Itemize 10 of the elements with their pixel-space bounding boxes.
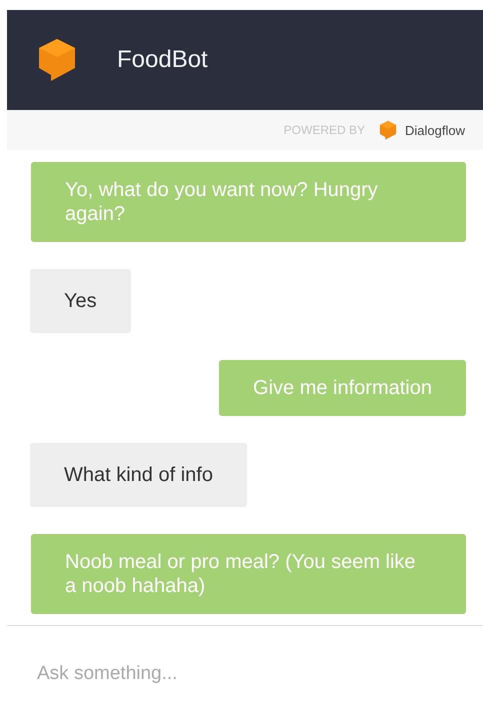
bot-message: Noob meal or pro meal? (You seem like a noob hahaha) xyxy=(31,534,466,614)
user-message: Yes xyxy=(30,269,131,333)
cube-logo-icon xyxy=(379,120,398,140)
message-input[interactable]: Ask something... xyxy=(7,626,483,694)
bot-message: Give me information xyxy=(219,360,466,416)
bot-message: Yo, what do you want now? Hungry again? xyxy=(31,162,466,242)
user-message: What kind of info xyxy=(30,443,247,507)
brand-name: Dialogflow xyxy=(405,122,465,138)
cube-logo-icon xyxy=(37,37,77,83)
bot-title: FoodBot xyxy=(117,46,208,74)
